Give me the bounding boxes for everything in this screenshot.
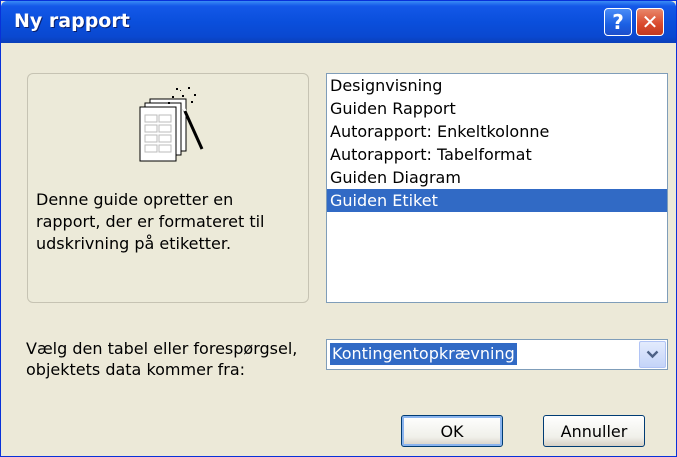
list-item[interactable]: Designvisning: [327, 74, 667, 97]
list-item[interactable]: Autorapport: Tabelformat: [327, 143, 667, 166]
new-report-dialog: Ny rapport ? ✕ Denne guide opretter en r…: [0, 0, 677, 457]
ok-button[interactable]: OK: [401, 415, 503, 447]
list-item[interactable]: Guiden Rapport: [327, 97, 667, 120]
dialog-title: Ny rapport: [14, 10, 130, 32]
wizard-description: Denne guide opretter en rapport, der er …: [36, 190, 265, 253]
report-type-list[interactable]: Designvisning Guiden Rapport Autorapport…: [326, 73, 668, 303]
help-icon: ?: [612, 10, 624, 34]
list-item[interactable]: Autorapport: Enkeltkolonne: [327, 120, 667, 143]
source-label: Vælg den tabel eller forespørgsel, objek…: [26, 339, 298, 379]
close-icon: ✕: [641, 10, 659, 34]
list-item[interactable]: Guiden Diagram: [327, 166, 667, 189]
help-button[interactable]: ?: [604, 8, 632, 36]
close-button[interactable]: ✕: [636, 8, 664, 36]
source-table-combobox[interactable]: Kontingentopkrævning: [326, 339, 668, 370]
preview-panel: Denne guide opretter en rapport, der er …: [27, 73, 309, 303]
cancel-button[interactable]: Annuller: [543, 415, 645, 447]
source-table-value[interactable]: Kontingentopkrævning: [330, 343, 517, 365]
report-wizard-wand-icon: [139, 87, 204, 162]
list-item-selected[interactable]: Guiden Etiket: [327, 189, 667, 212]
dropdown-button[interactable]: [639, 341, 666, 368]
chevron-down-icon: [646, 350, 659, 359]
title-bar[interactable]: Ny rapport ? ✕: [1, 1, 676, 43]
